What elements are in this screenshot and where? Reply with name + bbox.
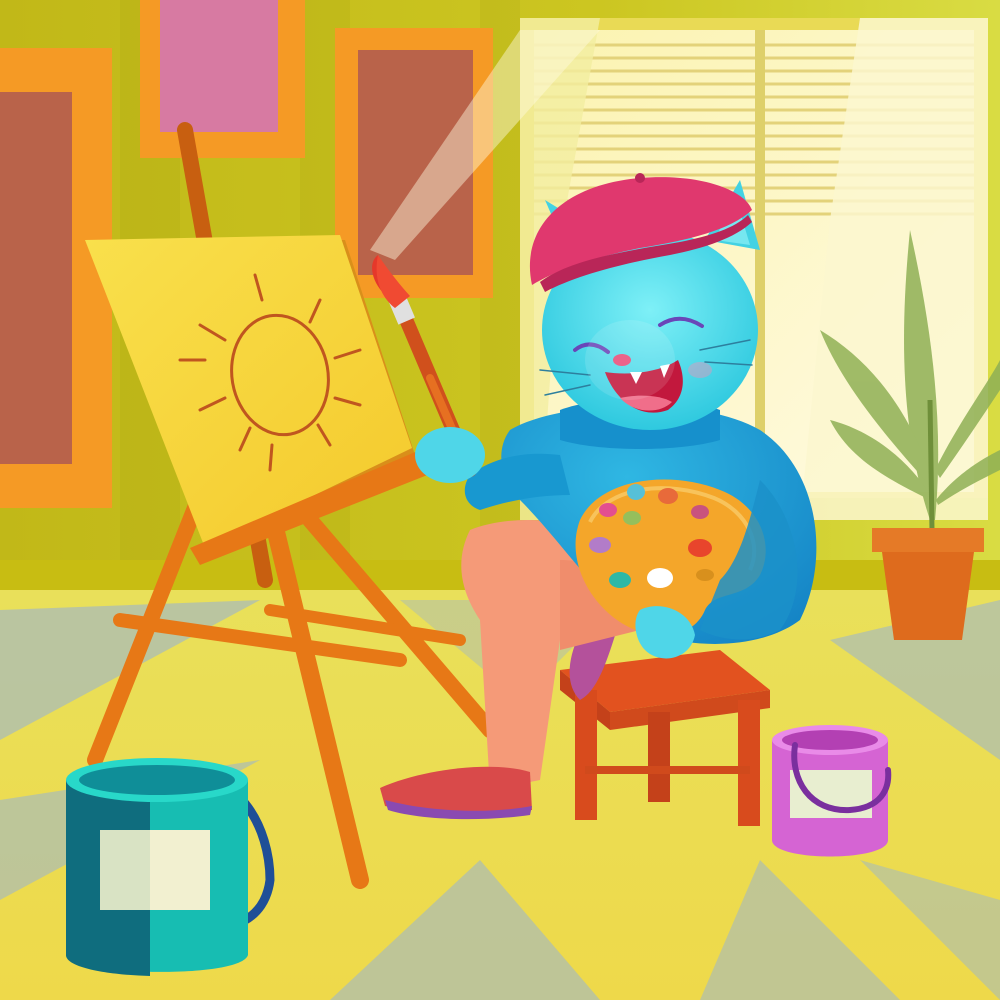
scene-svg <box>0 0 1000 1000</box>
illustration-scene <box>0 0 1000 1000</box>
paint-bucket-icon <box>66 758 275 976</box>
paint-bucket-pink <box>772 725 892 857</box>
face-glow <box>585 320 675 400</box>
cat-hand-painting <box>415 427 485 483</box>
